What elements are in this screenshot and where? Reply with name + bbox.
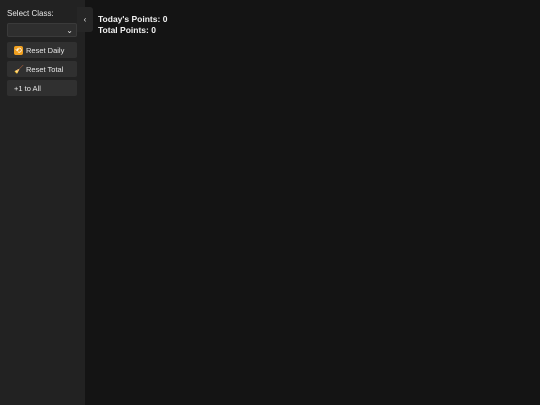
plus-one-all-label: +1 to All bbox=[14, 83, 41, 93]
broom-icon: 🧹 bbox=[14, 64, 24, 74]
sidebar-collapse-toggle[interactable]: ‹ bbox=[77, 7, 93, 32]
reset-daily-label: Reset Daily bbox=[26, 45, 65, 55]
app: Select Class: ⌄ ⟲ Reset Daily 🧹 Reset To… bbox=[0, 0, 540, 405]
total-points: Total Points: 0 bbox=[98, 25, 167, 36]
chevron-down-icon: ⌄ bbox=[66, 26, 73, 35]
reset-daily-button[interactable]: ⟲ Reset Daily bbox=[7, 42, 77, 58]
select-class-label: Select Class: bbox=[7, 9, 54, 18]
sidebar: Select Class: ⌄ ⟲ Reset Daily 🧹 Reset To… bbox=[0, 0, 85, 405]
todays-points: Today's Points: 0 bbox=[98, 14, 167, 25]
total-points-label: Total Points: bbox=[98, 25, 149, 35]
plus-one-all-button[interactable]: +1 to All bbox=[7, 80, 77, 96]
total-points-value: 0 bbox=[151, 25, 156, 35]
counterclockwise-arrows-icon: ⟲ bbox=[14, 45, 23, 55]
todays-points-label: Today's Points: bbox=[98, 14, 161, 24]
todays-points-value: 0 bbox=[162, 14, 168, 24]
reset-total-label: Reset Total bbox=[26, 64, 64, 74]
reset-total-button[interactable]: 🧹 Reset Total bbox=[7, 61, 77, 77]
points-display: Today's Points: 0 Total Points: 0 bbox=[98, 14, 167, 36]
class-select[interactable]: ⌄ bbox=[7, 23, 77, 37]
chevron-left-icon: ‹ bbox=[83, 14, 87, 24]
